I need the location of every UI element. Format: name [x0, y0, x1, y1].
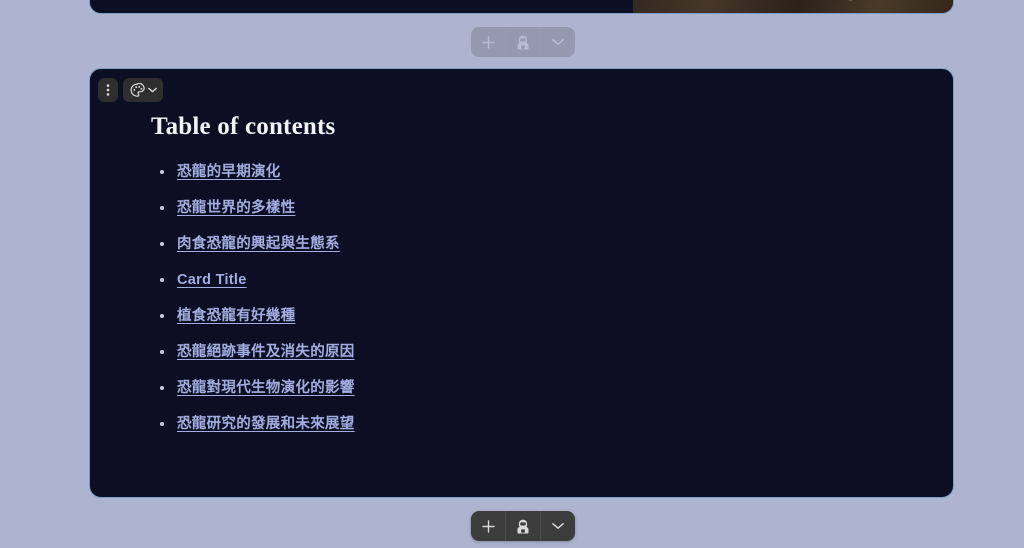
- toc-link[interactable]: Card Title: [177, 272, 247, 288]
- more-vertical-icon: [106, 84, 110, 96]
- toc-link[interactable]: 恐龍對現代生物演化的影響: [177, 380, 355, 396]
- palette-icon: [130, 82, 145, 97]
- previous-card-text-region: [90, 0, 633, 13]
- assistant-button[interactable]: [506, 27, 541, 57]
- add-block-button[interactable]: [471, 27, 506, 57]
- assistant-button[interactable]: [506, 511, 541, 541]
- list-item: 肉食恐龍的興起與生態系: [150, 235, 893, 253]
- list-item: 恐龍世界的多樣性: [150, 199, 893, 217]
- chevron-down-icon: [552, 39, 564, 45]
- inactive-card-toolbar[interactable]: [471, 27, 575, 57]
- list-item: 恐龍對現代生物演化的影響: [150, 379, 893, 397]
- card-actions-toolbar[interactable]: [471, 511, 575, 541]
- add-block-button[interactable]: [471, 511, 506, 541]
- page-title: Table of contents: [151, 113, 336, 140]
- toc-link[interactable]: 肉食恐龍的興起與生態系: [177, 236, 340, 252]
- card-toolbar[interactable]: [98, 78, 163, 102]
- list-item: 恐龍絕跡事件及消失的原因: [150, 343, 893, 361]
- toc-link[interactable]: 恐龍絕跡事件及消失的原因: [177, 344, 355, 360]
- toc-link[interactable]: 恐龍的早期演化: [177, 164, 281, 180]
- list-item: 恐龍的早期演化: [150, 163, 893, 181]
- toc-link[interactable]: 植食恐龍有好幾種: [177, 308, 295, 324]
- list-item: 植食恐龍有好幾種: [150, 307, 893, 325]
- card-menu-button[interactable]: [98, 78, 118, 102]
- previous-card-image: [633, 0, 953, 13]
- previous-card[interactable]: [89, 0, 954, 14]
- astronaut-icon: [517, 519, 529, 533]
- plus-icon: [481, 519, 495, 533]
- table-of-contents-card[interactable]: Table of contents 恐龍的早期演化 恐龍世界的多樣性 肉食恐龍的…: [89, 68, 954, 498]
- list-item: Card Title: [150, 271, 893, 289]
- toc-link[interactable]: 恐龍世界的多樣性: [177, 200, 295, 216]
- toc-list: 恐龍的早期演化 恐龍世界的多樣性 肉食恐龍的興起與生態系 Card Title …: [150, 163, 893, 433]
- plus-icon: [481, 35, 495, 49]
- card-theme-button[interactable]: [123, 78, 163, 102]
- toolbar-expand-button[interactable]: [541, 27, 575, 57]
- astronaut-icon: [517, 35, 529, 49]
- toolbar-expand-button[interactable]: [541, 511, 575, 541]
- chevron-down-icon: [552, 523, 564, 529]
- list-item: 恐龍研究的發展和未來展望: [150, 415, 893, 433]
- chevron-down-icon: [147, 87, 157, 93]
- toc-link[interactable]: 恐龍研究的發展和未來展望: [177, 416, 355, 432]
